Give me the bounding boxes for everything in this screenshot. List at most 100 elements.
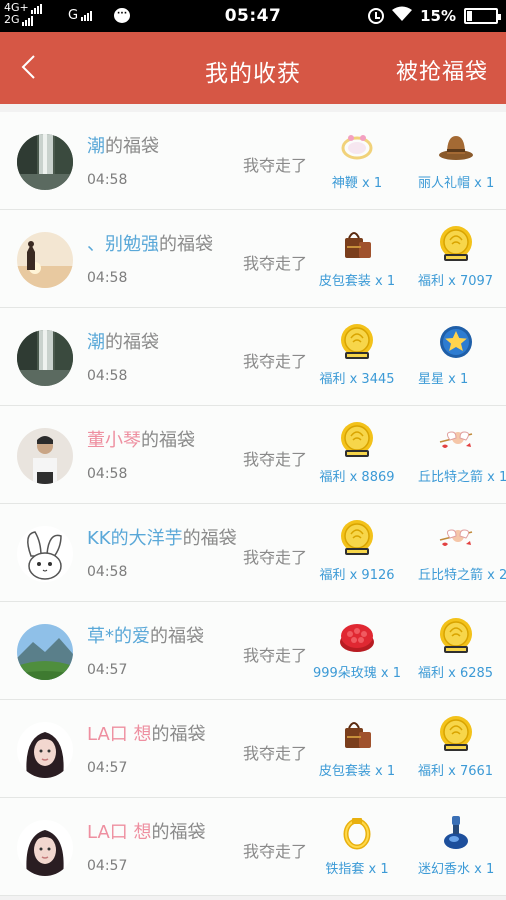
- timestamp: 04:58: [87, 466, 128, 482]
- avatar[interactable]: [17, 820, 73, 876]
- bag-icon: [337, 714, 377, 754]
- timestamp: 04:58: [87, 172, 128, 188]
- coin-icon: [436, 714, 476, 754]
- cupid-icon: [436, 518, 476, 558]
- list-item[interactable]: KK的大洋芋的福袋 04:58 我夺走了 福利 x 9126 丘比特之箭 x 2: [0, 504, 506, 602]
- gift-item[interactable]: 丽人礼帽 x 1: [406, 126, 506, 191]
- took-label: 我夺走了: [243, 352, 308, 371]
- gift-label: 福利 x 3445: [319, 372, 395, 387]
- user-nickname[interactable]: 、别勉强: [87, 234, 159, 255]
- ring-icon: [337, 812, 377, 852]
- gift-item[interactable]: 福利 x 9126: [307, 518, 407, 583]
- gift-label: 福利 x 7097: [418, 274, 494, 289]
- gift-label: 神鞭 x 1: [331, 176, 383, 191]
- avatar[interactable]: [17, 428, 73, 484]
- gift-label: 皮包套装 x 1: [318, 764, 396, 779]
- gift-item[interactable]: 福利 x 6285: [406, 616, 506, 681]
- bag-title: KK的大洋芋的福袋: [87, 524, 237, 550]
- bag-suffix: 的福袋: [141, 430, 195, 451]
- list-item[interactable]: 、别勉强的福袋 04:58 我夺走了 皮包套装 x 1 福利 x 7097: [0, 210, 506, 308]
- gift-label: 丘比特之箭 x 1: [418, 470, 506, 485]
- timestamp: 04:58: [87, 270, 128, 286]
- timestamp: 04:57: [87, 662, 128, 678]
- list-item[interactable]: LA口 想的福袋 04:57 我夺走了 皮包套装 x 1 福利 x 7661: [0, 700, 506, 798]
- user-nickname[interactable]: 董小琴: [87, 430, 141, 451]
- list-item[interactable]: 潮的福袋 04:58 我夺走了神鞭 x 1 丽人礼帽 x 1: [0, 112, 506, 210]
- gift-item[interactable]: 福利 x 3445: [307, 322, 407, 387]
- gift-item[interactable]: 铁指套 x 1: [307, 812, 407, 877]
- user-nickname[interactable]: LA口 想: [87, 822, 151, 843]
- list-item[interactable]: 潮的福袋 04:58 我夺走了 福利 x 3445 星星 x 1: [0, 308, 506, 406]
- list-item[interactable]: 董小琴的福袋 04:58 我夺走了 福利 x 8869 丘比特之箭 x 1: [0, 406, 506, 504]
- avatar[interactable]: [17, 330, 73, 386]
- status-bar: 4G+ 2G G ··· 05:47 15%: [0, 0, 506, 32]
- user-nickname[interactable]: LA口 想: [87, 724, 151, 745]
- bag-suffix: 的福袋: [151, 724, 206, 745]
- user-nickname[interactable]: 草*的爱: [87, 626, 150, 647]
- gift-item[interactable]: 神鞭 x 1: [307, 126, 407, 191]
- hat-icon: [436, 126, 476, 166]
- user-nickname[interactable]: 潮: [87, 136, 105, 157]
- star-icon: [436, 322, 476, 362]
- timestamp: 04:57: [87, 760, 128, 776]
- took-label: 我夺走了: [243, 744, 308, 763]
- bag-suffix: 的福袋: [105, 136, 159, 157]
- bag-title: 、别勉强的福袋: [87, 230, 213, 256]
- gift-item[interactable]: 福利 x 8869: [307, 420, 407, 485]
- timestamp: 04:58: [87, 564, 128, 580]
- gift-item[interactable]: 福利 x 7661: [406, 714, 506, 779]
- bag-title: 潮的福袋: [87, 328, 159, 354]
- gift-label: 迷幻香水 x 1: [418, 862, 495, 877]
- gift-label: 丘比特之箭 x 2: [418, 568, 506, 583]
- took-label: 我夺走了: [243, 450, 308, 469]
- coin-icon: [337, 518, 377, 558]
- timestamp: 04:58: [87, 368, 128, 384]
- bag-suffix: 的福袋: [150, 626, 204, 647]
- perfume-icon: [436, 812, 476, 852]
- harvest-list: 潮的福袋 04:58 我夺走了 神鞭 x 1 丽人礼帽 x 1 、别勉强的福袋 04:58 我…: [0, 112, 506, 896]
- gift-item[interactable]: 皮包套装 x 1: [307, 714, 407, 779]
- app-header: 我的收获 被抢福袋: [0, 32, 506, 104]
- coin-icon: [337, 420, 377, 460]
- battery-percent: 15%: [420, 7, 456, 25]
- alarm-icon: [368, 8, 385, 24]
- avatar[interactable]: [17, 624, 73, 680]
- gift-label: 福利 x 8869: [319, 470, 395, 485]
- robbed-bags-link[interactable]: 被抢福袋: [396, 54, 488, 86]
- avatar[interactable]: [17, 232, 73, 288]
- took-label: 我夺走了: [243, 842, 308, 861]
- avatar[interactable]: [17, 134, 73, 190]
- avatar[interactable]: [17, 526, 73, 582]
- avatar[interactable]: [17, 722, 73, 778]
- user-nickname[interactable]: 潮: [87, 332, 105, 353]
- battery-icon: [464, 8, 501, 24]
- timestamp: 04:57: [87, 858, 128, 874]
- bag-suffix: 的福袋: [151, 822, 206, 843]
- gift-item[interactable]: 999朵玫瑰 x 1: [307, 616, 407, 681]
- took-label: 我夺走了: [243, 646, 308, 665]
- took-label: 我夺走了: [243, 156, 308, 175]
- took-label: 我夺走了: [243, 254, 308, 273]
- cupid-icon: [436, 420, 476, 460]
- gift-item[interactable]: 丘比特之箭 x 1: [406, 420, 506, 485]
- bag-suffix: 的福袋: [182, 528, 237, 549]
- bag-title: 董小琴的福袋: [87, 426, 195, 452]
- user-nickname[interactable]: KK的大洋芋: [87, 528, 183, 549]
- gift-label: 丽人礼帽 x 1: [418, 176, 495, 191]
- list-item[interactable]: LA口 想的福袋 04:57 我夺走了 铁指套 x 1 迷幻香水 x 1: [0, 798, 506, 896]
- gift-label: 福利 x 9126: [319, 568, 395, 583]
- bag-suffix: 的福袋: [159, 234, 213, 255]
- bag-title: 潮的福袋: [87, 132, 159, 158]
- gift-item[interactable]: 丘比特之箭 x 2: [406, 518, 506, 583]
- coin-icon: [436, 224, 476, 264]
- gift-item[interactable]: 星星 x 1: [406, 322, 506, 387]
- bag-suffix: 的福袋: [105, 332, 159, 353]
- bag-icon: [337, 224, 377, 264]
- gift-item[interactable]: 福利 x 7097: [406, 224, 506, 289]
- bag-title: LA口 想的福袋: [87, 720, 205, 746]
- gift-item[interactable]: 皮包套装 x 1: [307, 224, 407, 289]
- gift-item[interactable]: 迷幻香水 x 1: [406, 812, 506, 877]
- list-item[interactable]: 草*的爱的福袋 04:57 我夺走了 999朵玫瑰 x 1 福利 x 6285: [0, 602, 506, 700]
- gift-label: 皮包套装 x 1: [318, 274, 396, 289]
- wifi-icon: [392, 6, 413, 26]
